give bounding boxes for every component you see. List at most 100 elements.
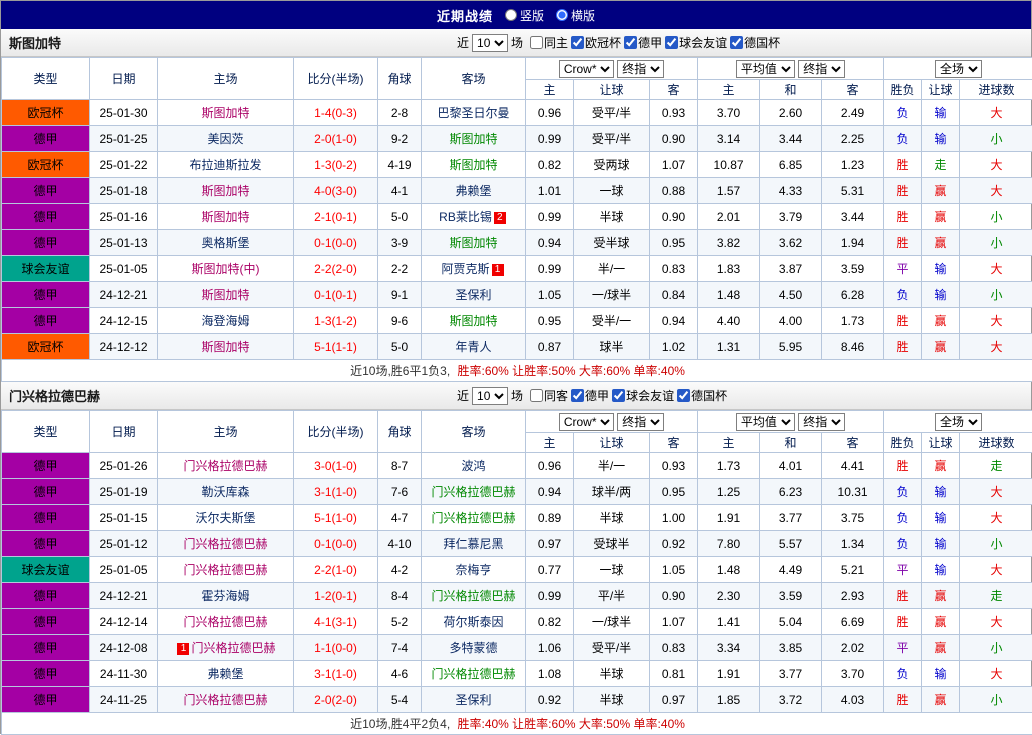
corner-cell: 8-7	[378, 453, 422, 479]
home-team-cell: 霍芬海姆	[158, 583, 294, 609]
filter-checkbox[interactable]	[530, 389, 543, 402]
score-cell: 2-0(1-0)	[294, 126, 378, 152]
filter-checkbox[interactable]	[677, 389, 690, 402]
filter-checkbox[interactable]	[571, 389, 584, 402]
filter-checkbox[interactable]	[730, 36, 743, 49]
layout-option-horizontal[interactable]: 横版	[556, 7, 595, 24]
away-team-cell: 圣保利	[422, 282, 526, 308]
handicap-away-odds-cell: 0.95	[650, 479, 698, 505]
avg-home-odds-cell: 4.40	[698, 308, 760, 334]
home-team-cell: 门兴格拉德巴赫	[158, 531, 294, 557]
avg-draw-odds-cell: 2.60	[760, 100, 822, 126]
subcol-handicap-home: 主	[526, 80, 574, 100]
avg-draw-odds-cell: 3.79	[760, 204, 822, 230]
filter-option[interactable]: 同主	[530, 34, 568, 51]
handicap-away-odds-cell: 1.05	[650, 557, 698, 583]
summary-record: 近10场,胜4平2负4,	[350, 717, 450, 731]
away-team-name: 圣保利	[455, 693, 491, 707]
score-cell: 5-1(1-1)	[294, 334, 378, 360]
competition-cell: 德甲	[2, 583, 90, 609]
home-team-name: 布拉迪斯拉发	[189, 158, 261, 172]
filter-checkbox[interactable]	[530, 36, 543, 49]
scope-select[interactable]: 全场	[935, 60, 982, 78]
away-team-cell: 荷尔斯泰因	[422, 609, 526, 635]
handicap-odds-stage-select[interactable]: 终指	[617, 413, 664, 431]
filter-option[interactable]: 德甲	[571, 387, 609, 404]
handicap-result-cell: 赢	[922, 635, 960, 661]
away-team-name: 弗赖堡	[455, 184, 491, 198]
handicap-away-odds-cell: 0.97	[650, 687, 698, 713]
handicap-home-odds-cell: 0.87	[526, 334, 574, 360]
filter-option[interactable]: 球会友谊	[665, 34, 727, 51]
handicap-cell: 半球	[574, 505, 650, 531]
match-row: 德甲25-01-15沃尔夫斯堡5-1(1-0)4-7门兴格拉德巴赫0.89半球1…	[2, 505, 1032, 531]
subcol-handicap: 让球	[574, 433, 650, 453]
result-cell: 胜	[884, 334, 922, 360]
subcol-avg-home: 主	[698, 433, 760, 453]
filter-checkbox[interactable]	[571, 36, 584, 49]
goals-result-cell: 小	[960, 282, 1032, 308]
filter-option[interactable]: 德甲	[624, 34, 662, 51]
scope-select[interactable]: 全场	[935, 413, 982, 431]
corner-cell: 7-4	[378, 635, 422, 661]
avg-odds-stage-select[interactable]: 终指	[798, 413, 845, 431]
handicap-result-cell: 赢	[922, 178, 960, 204]
games-label: 场	[511, 34, 523, 51]
bookmaker-select[interactable]: Crow*	[559, 413, 614, 431]
subcol-handicap-away: 客	[650, 80, 698, 100]
filter-option-label: 欧冠杯	[585, 34, 621, 51]
avg-home-odds-cell: 1.91	[698, 661, 760, 687]
goals-result-cell: 小	[960, 531, 1032, 557]
avg-select[interactable]: 平均值	[736, 60, 795, 78]
avg-draw-odds-cell: 3.62	[760, 230, 822, 256]
filter-checkbox[interactable]	[665, 36, 678, 49]
result-scope-group: 全场	[884, 58, 1032, 80]
result-cell: 负	[884, 531, 922, 557]
filter-option[interactable]: 德国杯	[730, 34, 780, 51]
filter-option-label: 德甲	[585, 387, 609, 404]
avg-draw-odds-cell: 3.77	[760, 505, 822, 531]
avg-draw-odds-cell: 4.01	[760, 453, 822, 479]
handicap-odds-stage-select[interactable]: 终指	[617, 60, 664, 78]
date-cell: 25-01-12	[90, 531, 158, 557]
match-row: 德甲24-11-30弗赖堡3-1(1-0)4-6门兴格拉德巴赫1.08半球0.8…	[2, 661, 1032, 687]
home-team-cell: 斯图加特	[158, 334, 294, 360]
layout-option-vertical[interactable]: 竖版	[505, 7, 544, 24]
filter-option[interactable]: 同客	[530, 387, 568, 404]
match-row: 欧冠杯25-01-22布拉迪斯拉发1-3(0-2)4-19斯图加特0.82受两球…	[2, 152, 1032, 178]
away-team-name: 波鸿	[461, 459, 485, 473]
vertical-layout-radio[interactable]	[505, 9, 517, 21]
horizontal-layout-radio[interactable]	[556, 9, 568, 21]
avg-draw-odds-cell: 3.77	[760, 661, 822, 687]
handicap-result-cell: 赢	[922, 230, 960, 256]
score-cell: 1-1(0-0)	[294, 635, 378, 661]
handicap-result-cell: 输	[922, 557, 960, 583]
home-team-name: 美因茨	[207, 132, 243, 146]
avg-away-odds-cell: 1.23	[822, 152, 884, 178]
score-cell: 2-0(2-0)	[294, 687, 378, 713]
away-team-name: 荷尔斯泰因	[443, 615, 503, 629]
filter-checkbox[interactable]	[624, 36, 637, 49]
avg-home-odds-cell: 1.91	[698, 505, 760, 531]
handicap-away-odds-cell: 1.07	[650, 609, 698, 635]
col-score: 比分(半场)	[294, 58, 378, 100]
filter-checkbox[interactable]	[612, 389, 625, 402]
match-count-select[interactable]: 10	[472, 387, 508, 405]
filter-option[interactable]: 欧冠杯	[571, 34, 621, 51]
red-card-badge: 2	[494, 212, 506, 224]
home-team-cell: 布拉迪斯拉发	[158, 152, 294, 178]
filter-option[interactable]: 球会友谊	[612, 387, 674, 404]
goals-result-cell: 大	[960, 661, 1032, 687]
bookmaker-select[interactable]: Crow*	[559, 60, 614, 78]
horizontal-layout-label: 横版	[571, 7, 595, 24]
avg-home-odds-cell: 1.83	[698, 256, 760, 282]
handicap-cell: 球半	[574, 334, 650, 360]
filter-option[interactable]: 德国杯	[677, 387, 727, 404]
handicap-home-odds-cell: 0.94	[526, 479, 574, 505]
handicap-home-odds-cell: 0.82	[526, 152, 574, 178]
avg-select[interactable]: 平均值	[736, 413, 795, 431]
avg-odds-stage-select[interactable]: 终指	[798, 60, 845, 78]
subcol-handicap-result: 让球	[922, 433, 960, 453]
match-count-select[interactable]: 10	[472, 34, 508, 52]
avg-draw-odds-cell: 4.00	[760, 308, 822, 334]
